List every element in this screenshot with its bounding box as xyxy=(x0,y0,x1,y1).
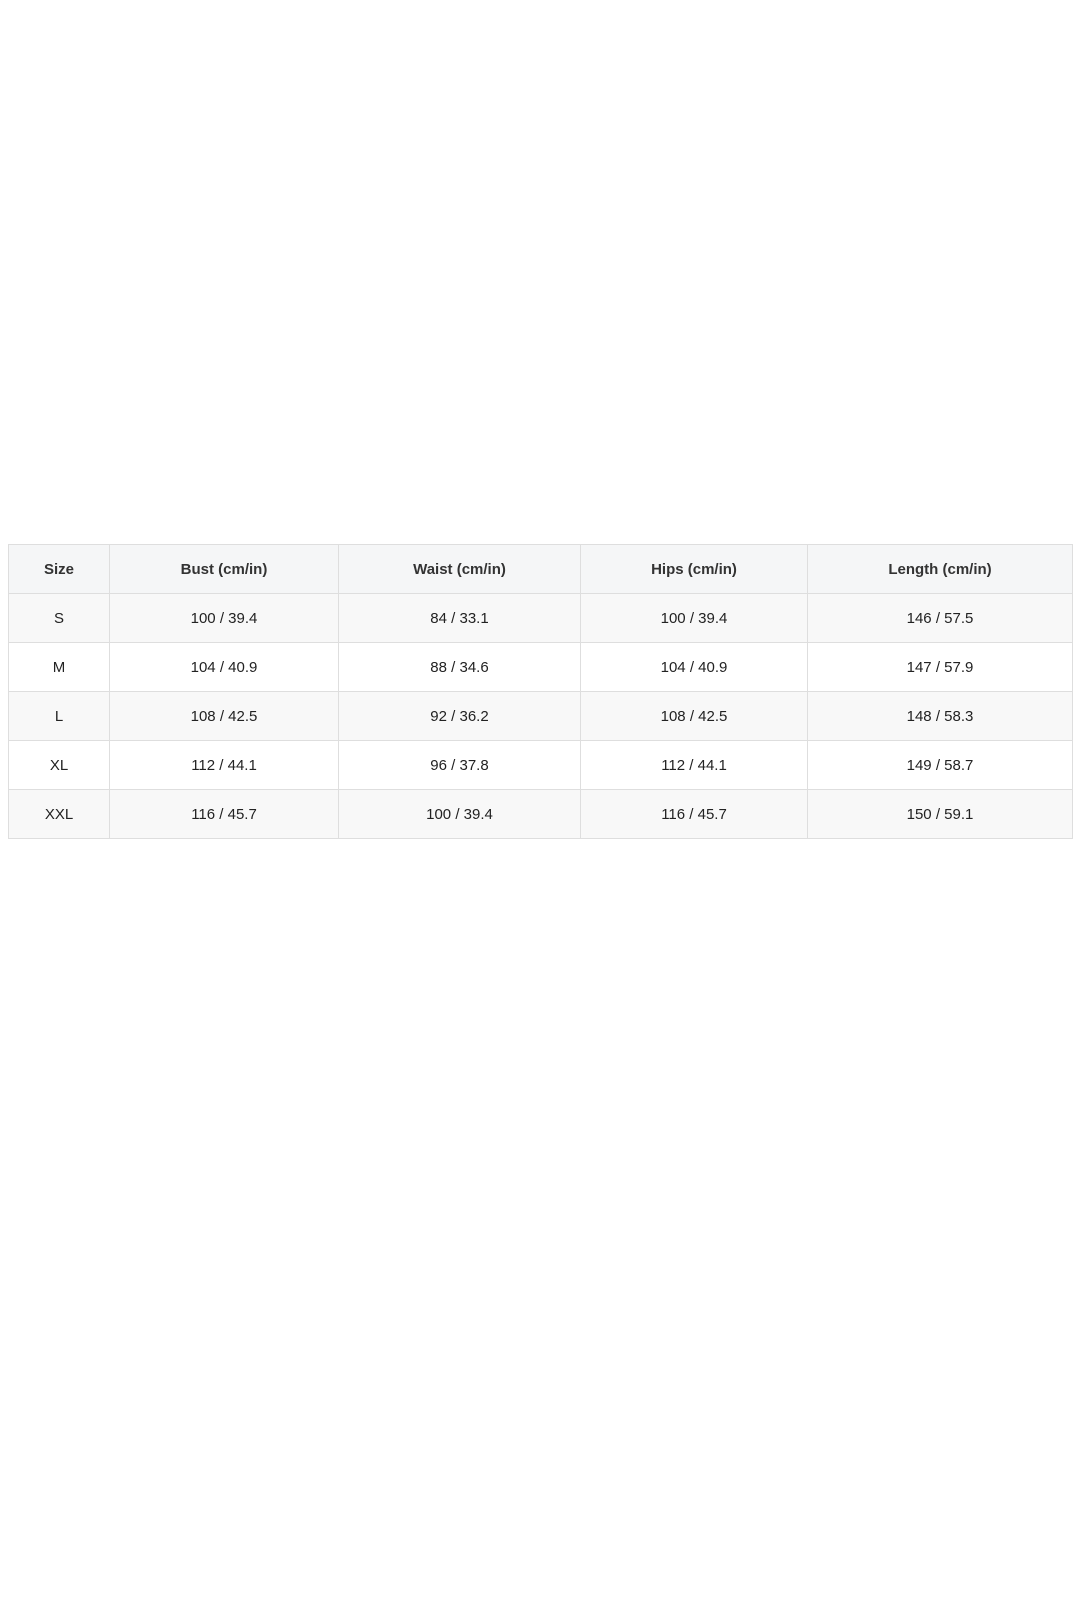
header-bust: Bust (cm/in) xyxy=(109,544,339,594)
size-cell: XL xyxy=(8,740,110,790)
waist-cell: 100 / 39.4 xyxy=(338,789,581,839)
size-cell: M xyxy=(8,642,110,692)
header-waist: Waist (cm/in) xyxy=(338,544,581,594)
bust-cell: 112 / 44.1 xyxy=(109,740,339,790)
waist-cell: 84 / 33.1 xyxy=(338,593,581,643)
size-chart-table: Size Bust (cm/in) Waist (cm/in) Hips (cm… xyxy=(8,544,1073,839)
length-cell: 150 / 59.1 xyxy=(807,789,1073,839)
waist-cell: 96 / 37.8 xyxy=(338,740,581,790)
length-cell: 147 / 57.9 xyxy=(807,642,1073,692)
size-chart-header: Size Bust (cm/in) Waist (cm/in) Hips (cm… xyxy=(8,544,1073,594)
header-row: Size Bust (cm/in) Waist (cm/in) Hips (cm… xyxy=(8,544,1073,594)
size-chart-body: S 100 / 39.4 84 / 33.1 100 / 39.4 146 / … xyxy=(8,593,1073,839)
header-hips: Hips (cm/in) xyxy=(580,544,808,594)
header-length: Length (cm/in) xyxy=(807,544,1073,594)
hips-cell: 112 / 44.1 xyxy=(580,740,808,790)
hips-cell: 108 / 42.5 xyxy=(580,691,808,741)
waist-cell: 92 / 36.2 xyxy=(338,691,581,741)
length-cell: 148 / 58.3 xyxy=(807,691,1073,741)
bust-cell: 116 / 45.7 xyxy=(109,789,339,839)
waist-cell: 88 / 34.6 xyxy=(338,642,581,692)
bust-cell: 100 / 39.4 xyxy=(109,593,339,643)
hips-cell: 116 / 45.7 xyxy=(580,789,808,839)
size-cell: S xyxy=(8,593,110,643)
table-row: XL 112 / 44.1 96 / 37.8 112 / 44.1 149 /… xyxy=(8,740,1073,790)
size-cell: XXL xyxy=(8,789,110,839)
header-size: Size xyxy=(8,544,110,594)
table-row: L 108 / 42.5 92 / 36.2 108 / 42.5 148 / … xyxy=(8,691,1073,741)
table-row: S 100 / 39.4 84 / 33.1 100 / 39.4 146 / … xyxy=(8,593,1073,643)
length-cell: 149 / 58.7 xyxy=(807,740,1073,790)
hips-cell: 100 / 39.4 xyxy=(580,593,808,643)
bust-cell: 104 / 40.9 xyxy=(109,642,339,692)
table-row: M 104 / 40.9 88 / 34.6 104 / 40.9 147 / … xyxy=(8,642,1073,692)
length-cell: 146 / 57.5 xyxy=(807,593,1073,643)
size-cell: L xyxy=(8,691,110,741)
bust-cell: 108 / 42.5 xyxy=(109,691,339,741)
table-row: XXL 116 / 45.7 100 / 39.4 116 / 45.7 150… xyxy=(8,789,1073,839)
hips-cell: 104 / 40.9 xyxy=(580,642,808,692)
